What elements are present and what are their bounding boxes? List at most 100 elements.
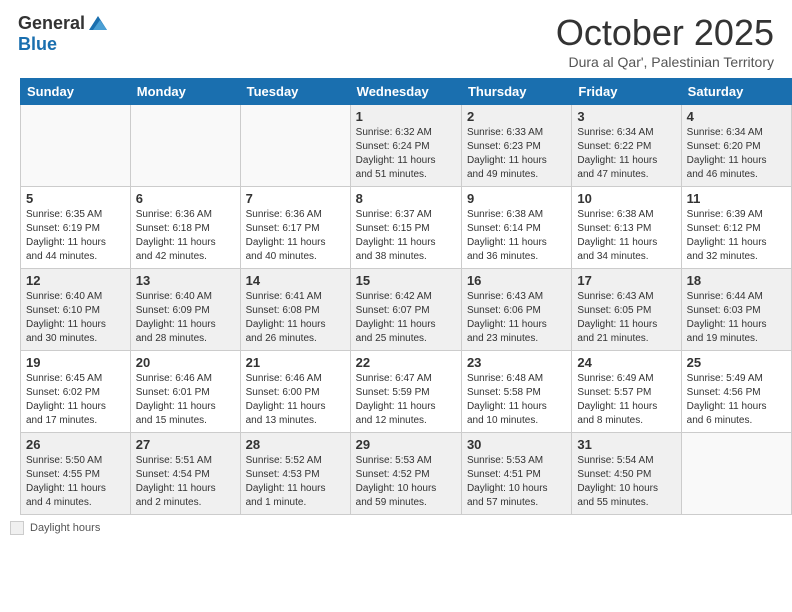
day-cell: 21 Sunrise: 6:46 AM Sunset: 6:00 PM Dayli…	[240, 351, 350, 433]
day-info: Sunrise: 6:33 AM Sunset: 6:23 PM Dayligh…	[467, 126, 566, 182]
day-cell	[130, 105, 240, 187]
day-number: 9	[467, 191, 566, 206]
calendar-wrapper: SundayMondayTuesdayWednesdayThursdayFrid…	[0, 78, 792, 515]
day-info: Sunrise: 6:45 AM Sunset: 6:02 PM Dayligh…	[26, 372, 125, 428]
day-info: Sunrise: 5:53 AM Sunset: 4:52 PM Dayligh…	[356, 454, 456, 510]
day-cell: 31 Sunrise: 5:54 AM Sunset: 4:50 PM Dayli…	[572, 433, 681, 515]
day-cell: 8Sunrise: 6:37 AM Sunset: 6:15 PM Daylig…	[350, 187, 461, 269]
day-header-monday: Monday	[130, 79, 240, 105]
month-title: October 2025	[556, 12, 774, 54]
day-number: 7	[246, 191, 345, 206]
day-cell: 30Sunrise: 5:53 AM Sunset: 4:51 PM Dayli…	[461, 433, 571, 515]
day-number: 31	[577, 437, 675, 452]
day-number: 17	[577, 273, 675, 288]
day-number: 12	[26, 273, 125, 288]
day-number: 21	[246, 355, 345, 370]
day-cell: 12 Sunrise: 6:40 AM Sunset: 6:10 PM Dayli…	[21, 269, 131, 351]
day-number: 5	[26, 191, 125, 206]
day-info: Sunrise: 6:40 AM Sunset: 6:10 PM Dayligh…	[26, 290, 125, 346]
day-header-wednesday: Wednesday	[350, 79, 461, 105]
day-info: Sunrise: 6:36 AM Sunset: 6:17 PM Dayligh…	[246, 208, 345, 264]
day-number: 13	[136, 273, 235, 288]
day-number: 11	[687, 191, 786, 206]
day-cell: 13 Sunrise: 6:40 AM Sunset: 6:09 PM Dayli…	[130, 269, 240, 351]
day-cell: 23 Sunrise: 6:48 AM Sunset: 5:58 PM Dayli…	[461, 351, 571, 433]
logo-blue: Blue	[18, 34, 57, 54]
day-number: 30	[467, 437, 566, 452]
day-cell: 29 Sunrise: 5:53 AM Sunset: 4:52 PM Dayli…	[350, 433, 461, 515]
day-number: 4	[687, 109, 786, 124]
week-row-3: 12 Sunrise: 6:40 AM Sunset: 6:10 PM Dayli…	[21, 269, 792, 351]
day-number: 22	[356, 355, 456, 370]
day-info: Sunrise: 6:38 AM Sunset: 6:13 PM Dayligh…	[577, 208, 675, 264]
day-cell: 28 Sunrise: 5:52 AM Sunset: 4:53 PM Dayli…	[240, 433, 350, 515]
day-info: Sunrise: 6:40 AM Sunset: 6:09 PM Dayligh…	[136, 290, 235, 346]
day-info: Sunrise: 6:38 AM Sunset: 6:14 PM Dayligh…	[467, 208, 566, 264]
day-info: Sunrise: 5:49 AM Sunset: 4:56 PM Dayligh…	[687, 372, 786, 428]
day-cell: 7 Sunrise: 6:36 AM Sunset: 6:17 PM Daylig…	[240, 187, 350, 269]
day-number: 20	[136, 355, 235, 370]
day-cell: 14Sunrise: 6:41 AM Sunset: 6:08 PM Dayli…	[240, 269, 350, 351]
day-header-sunday: Sunday	[21, 79, 131, 105]
calendar-body: 1Sunrise: 6:32 AM Sunset: 6:24 PM Daylig…	[21, 105, 792, 515]
day-number: 27	[136, 437, 235, 452]
day-number: 1	[356, 109, 456, 124]
title-section: October 2025 Dura al Qar', Palestinian T…	[556, 12, 774, 70]
day-info: Sunrise: 5:54 AM Sunset: 4:50 PM Dayligh…	[577, 454, 675, 510]
day-number: 23	[467, 355, 566, 370]
day-number: 6	[136, 191, 235, 206]
day-info: Sunrise: 6:47 AM Sunset: 5:59 PM Dayligh…	[356, 372, 456, 428]
page-header: General Blue October 2025 Dura al Qar', …	[0, 0, 792, 78]
week-row-5: 26Sunrise: 5:50 AM Sunset: 4:55 PM Dayli…	[21, 433, 792, 515]
day-cell: 3Sunrise: 6:34 AM Sunset: 6:22 PM Daylig…	[572, 105, 681, 187]
logo-general: General	[18, 13, 85, 34]
day-info: Sunrise: 6:37 AM Sunset: 6:15 PM Dayligh…	[356, 208, 456, 264]
day-cell: 18Sunrise: 6:44 AM Sunset: 6:03 PM Dayli…	[681, 269, 791, 351]
day-number: 25	[687, 355, 786, 370]
day-cell: 22 Sunrise: 6:47 AM Sunset: 5:59 PM Dayli…	[350, 351, 461, 433]
day-cell: 19 Sunrise: 6:45 AM Sunset: 6:02 PM Dayli…	[21, 351, 131, 433]
day-info: Sunrise: 5:52 AM Sunset: 4:53 PM Dayligh…	[246, 454, 345, 510]
legend: Daylight hours	[0, 515, 792, 541]
day-cell: 25 Sunrise: 5:49 AM Sunset: 4:56 PM Dayli…	[681, 351, 791, 433]
day-number: 29	[356, 437, 456, 452]
day-info: Sunrise: 6:36 AM Sunset: 6:18 PM Dayligh…	[136, 208, 235, 264]
day-info: Sunrise: 6:48 AM Sunset: 5:58 PM Dayligh…	[467, 372, 566, 428]
day-info: Sunrise: 5:51 AM Sunset: 4:54 PM Dayligh…	[136, 454, 235, 510]
day-info: Sunrise: 6:49 AM Sunset: 5:57 PM Dayligh…	[577, 372, 675, 428]
calendar-header-row: SundayMondayTuesdayWednesdayThursdayFrid…	[21, 79, 792, 105]
day-cell: 2Sunrise: 6:33 AM Sunset: 6:23 PM Daylig…	[461, 105, 571, 187]
day-cell	[240, 105, 350, 187]
day-info: Sunrise: 6:39 AM Sunset: 6:12 PM Dayligh…	[687, 208, 786, 264]
day-cell: 26Sunrise: 5:50 AM Sunset: 4:55 PM Dayli…	[21, 433, 131, 515]
day-number: 15	[356, 273, 456, 288]
day-cell: 16 Sunrise: 6:43 AM Sunset: 6:06 PM Dayli…	[461, 269, 571, 351]
day-header-saturday: Saturday	[681, 79, 791, 105]
day-number: 10	[577, 191, 675, 206]
day-cell: 17 Sunrise: 6:43 AM Sunset: 6:05 PM Dayli…	[572, 269, 681, 351]
day-info: Sunrise: 6:35 AM Sunset: 6:19 PM Dayligh…	[26, 208, 125, 264]
calendar-table: SundayMondayTuesdayWednesdayThursdayFrid…	[20, 78, 792, 515]
day-info: Sunrise: 6:34 AM Sunset: 6:20 PM Dayligh…	[687, 126, 786, 182]
day-info: Sunrise: 6:43 AM Sunset: 6:05 PM Dayligh…	[577, 290, 675, 346]
legend-box	[10, 521, 24, 535]
day-info: Sunrise: 6:46 AM Sunset: 6:01 PM Dayligh…	[136, 372, 235, 428]
week-row-1: 1Sunrise: 6:32 AM Sunset: 6:24 PM Daylig…	[21, 105, 792, 187]
day-number: 26	[26, 437, 125, 452]
day-cell	[681, 433, 791, 515]
day-number: 19	[26, 355, 125, 370]
day-number: 24	[577, 355, 675, 370]
day-cell: 4 Sunrise: 6:34 AM Sunset: 6:20 PM Daylig…	[681, 105, 791, 187]
day-cell: 10 Sunrise: 6:38 AM Sunset: 6:13 PM Dayli…	[572, 187, 681, 269]
day-info: Sunrise: 6:46 AM Sunset: 6:00 PM Dayligh…	[246, 372, 345, 428]
logo: General Blue	[18, 12, 109, 55]
day-number: 28	[246, 437, 345, 452]
day-header-tuesday: Tuesday	[240, 79, 350, 105]
day-cell: 6 Sunrise: 6:36 AM Sunset: 6:18 PM Daylig…	[130, 187, 240, 269]
day-cell: 1Sunrise: 6:32 AM Sunset: 6:24 PM Daylig…	[350, 105, 461, 187]
day-info: Sunrise: 6:43 AM Sunset: 6:06 PM Dayligh…	[467, 290, 566, 346]
day-number: 16	[467, 273, 566, 288]
day-number: 18	[687, 273, 786, 288]
day-cell: 5 Sunrise: 6:35 AM Sunset: 6:19 PM Daylig…	[21, 187, 131, 269]
day-info: Sunrise: 6:42 AM Sunset: 6:07 PM Dayligh…	[356, 290, 456, 346]
